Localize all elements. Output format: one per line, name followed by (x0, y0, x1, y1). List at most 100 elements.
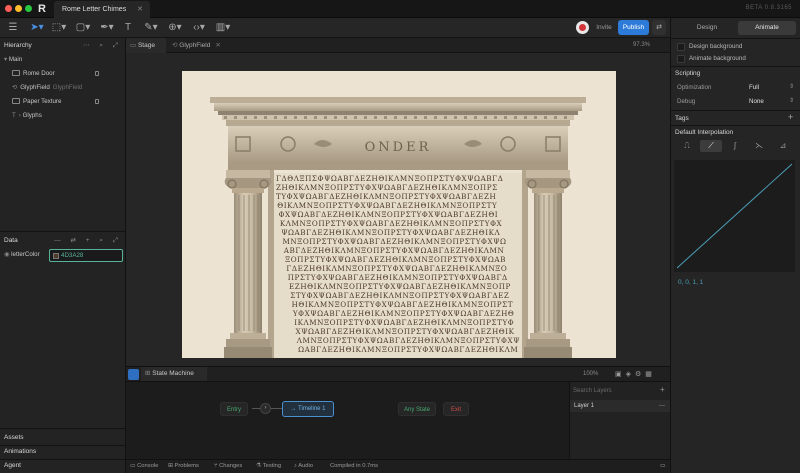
data-actions-icon[interactable]: — ⇄ + ⌕ ⤢ (54, 234, 122, 248)
custom-easing-icon[interactable]: ⊿ (772, 140, 794, 152)
tree-item-label: Rome Door (23, 70, 55, 77)
stage-zoom[interactable]: 97.3% (633, 38, 650, 53)
any-state-node[interactable]: Any State (398, 402, 436, 416)
tree-item-main[interactable]: ▾ Main (0, 53, 126, 67)
interpolation-title: Default Interpolation (675, 129, 734, 136)
invite-button[interactable]: Invite (592, 20, 616, 35)
changes-tab[interactable]: ⑂ Changes (214, 460, 242, 473)
shape-tool-icon[interactable]: ▢▾ (74, 21, 92, 35)
glyph-row: ΗΘΙΚΛΜΝΞΟΠΡΣΤΥΦΧΨΩΑΒΓΔΕΖΗΘΙΚΛΜΝΞΟΠΡΣΤ (292, 300, 514, 309)
frame-tool-icon[interactable]: ⬚▾ (50, 21, 68, 35)
close-window-button[interactable] (5, 5, 12, 12)
select-tool-icon[interactable]: ➤▾ (28, 21, 46, 35)
document-tab[interactable]: Rome Letter Chimes ✕ (54, 1, 150, 18)
maximize-window-button[interactable] (25, 5, 32, 12)
optimization-select[interactable]: Full (749, 84, 759, 91)
state-machine-tools-icon[interactable]: ▣◈⚙▦ (615, 370, 665, 379)
artboard[interactable]: ONDER ΓΔΘΛΞΠΣΦΨΩΑΒΓΔΕΖΗΘΙΚΛΜΝΞΟΠΡΣΤΥΦΧΨΩ… (182, 71, 616, 358)
tree-item-glyphs[interactable]: T › Glyphs (0, 109, 126, 123)
user-avatar[interactable] (576, 21, 589, 34)
glyph-row: ΦΧΨΩΑΒΓΔΕΖΗΘΙΚΛΜΝΞΟΠΡΣΤΥΦΧΨΩΑΒΓΔΕΖΗΘΙ (279, 210, 499, 219)
tab-stage[interactable]: ▭ Stage (126, 38, 166, 53)
search-layers-input[interactable]: Search Layers (573, 386, 655, 396)
chevron-updown-icon[interactable]: ⇕ (789, 97, 794, 104)
compile-status: Compiled in 0.7ms (330, 463, 379, 469)
dentils (224, 116, 567, 119)
remove-layer-icon[interactable]: — (659, 400, 665, 412)
minimize-window-button[interactable] (15, 5, 22, 12)
letter-color-input[interactable]: 4D3A28 (49, 249, 123, 262)
problems-tab[interactable]: ⊞ Problems (168, 460, 199, 473)
code-tool-icon[interactable]: ‹›▾ (190, 21, 208, 35)
layout-tool-icon[interactable]: ▥▾ (214, 21, 232, 35)
door-frame-right (522, 170, 528, 358)
tree-item-label: Paper Texture (23, 98, 62, 105)
text-tool-icon[interactable]: T (122, 21, 134, 35)
panel-toggle-icon[interactable]: ▭ (660, 460, 665, 473)
linear-easing-icon[interactable]: ⟋ (700, 140, 722, 152)
tab-animate[interactable]: Animate (738, 21, 796, 35)
audio-tab[interactable]: ♪ Audio (294, 460, 313, 473)
add-tag-icon[interactable]: + (788, 112, 793, 122)
interpolation-curve (676, 163, 793, 269)
close-tab-icon[interactable]: ✕ (137, 5, 143, 13)
assets-header[interactable]: Assets (0, 431, 126, 445)
layer-label: Layer 1 (574, 403, 595, 409)
tab-state-machine[interactable]: ⊞ State Machine 1✕ (141, 367, 207, 391)
animate-background-checkbox[interactable] (677, 55, 685, 63)
state-machine-zoom[interactable]: 100% (583, 367, 598, 382)
layers-icon[interactable] (128, 369, 139, 380)
hierarchy-actions-icon[interactable]: ⋯ ⌕ ⤢ (83, 39, 122, 53)
animate-background-label: Animate background (689, 55, 746, 62)
glyph-row: ΨΩΑΒΓΔΕΖΗΘΙΚΛΜΝΞΟΠΡΣΤΥΦΧΨΩΑΒΓΔΕΖΗΘΙΚΛ (281, 228, 500, 237)
console-tab[interactable]: ▭ Console (130, 460, 158, 473)
debug-label: Debug (677, 98, 696, 105)
frieze-base (228, 162, 568, 170)
state-machine-canvas[interactable]: Entry › → Timeline 1 Any State Exit (126, 382, 569, 459)
debug-select[interactable]: None (749, 98, 764, 105)
curve-values: 0, 0, 1, 1 (678, 279, 704, 286)
tree-item-glyphfield[interactable]: ⟲ GlyphField GlyphField (0, 81, 126, 95)
cornice-shadow (218, 111, 578, 115)
glyph-row: ΞΟΠΡΣΤΥΦΧΨΩΑΒΓΔΕΖΗΘΙΚΛΜΝΞΟΠΡΣΤΥΦΧΨΩΑΒ (285, 255, 506, 264)
add-layer-icon[interactable]: + (660, 385, 665, 394)
layer-row[interactable]: Layer 1 — (570, 400, 670, 412)
glyph-row: ΓΔΘΛΞΠΣΦΨΩΑΒΓΔΕΖΗΘΙΚΛΜΝΞΟΠΡΣΤΥΦΧΨΩΑΒΓΔ (276, 174, 503, 183)
close-tab-icon[interactable]: ✕ (215, 42, 220, 49)
layers-panel: Search Layers + Layer 1 — (569, 382, 670, 459)
menu-icon[interactable]: ☰ (6, 21, 20, 35)
testing-tab[interactable]: ⚗ Testing (256, 460, 281, 473)
image-icon (12, 98, 20, 104)
glyph-row: ΓΔΕΖΗΘΙΚΛΜΝΞΟΠΡΣΤΥΦΧΨΩΑΒΓΔΕΖΗΘΙΚΛΜΝΞΟ (286, 264, 507, 273)
lock-icon[interactable] (95, 71, 99, 76)
exit-node[interactable]: Exit (443, 402, 469, 416)
animations-header[interactable]: Animations (0, 445, 126, 459)
app-logo-icon[interactable]: R (38, 3, 50, 15)
stage-tabs: ▭ Stage ⟲ GlyphField ✕ 97.3% (126, 38, 670, 53)
color-swatch[interactable] (53, 253, 59, 259)
entry-node[interactable]: Entry (220, 402, 248, 416)
pen-tool-icon[interactable]: ✒▾ (98, 21, 116, 35)
publish-button[interactable]: Publish (618, 20, 649, 35)
elastic-easing-icon[interactable]: ⋋ (748, 140, 770, 152)
testing-label: Testing (262, 463, 282, 469)
cubic-easing-icon[interactable]: ∫ (724, 140, 746, 152)
timeline-node[interactable]: → Timeline 1 (282, 401, 334, 417)
tree-item-rome-door[interactable]: Rome Door (0, 67, 126, 81)
add-component-icon[interactable]: ⊕▾ (166, 21, 184, 35)
tab-design[interactable]: Design (678, 21, 736, 35)
tree-item-paper-texture[interactable]: Paper Texture (0, 95, 126, 109)
component-icon: ⟲ (12, 84, 18, 91)
transition-icon[interactable]: › (260, 403, 271, 414)
tab-glyphfield[interactable]: ⟲ GlyphField ✕ (168, 38, 222, 53)
glyph-row: ΧΨΩΑΒΓΔΕΖΗΘΙΚΛΜΝΞΟΠΡΣΤΥΦΧΨΩΑΒΓΔΕΖΗΘΙΚ (296, 327, 515, 336)
chevron-updown-icon[interactable]: ⇕ (789, 83, 794, 90)
problems-label: Problems (174, 463, 199, 469)
design-background-checkbox[interactable] (677, 43, 685, 51)
share-icon[interactable]: ⇄ (652, 20, 666, 35)
bone-tool-icon[interactable]: ✎▾ (142, 21, 160, 35)
lock-icon[interactable] (95, 99, 99, 104)
agent-header[interactable]: Agent (0, 459, 126, 473)
interpolation-curve-editor[interactable] (674, 160, 795, 272)
hold-easing-icon[interactable]: ⎍ (676, 140, 698, 152)
